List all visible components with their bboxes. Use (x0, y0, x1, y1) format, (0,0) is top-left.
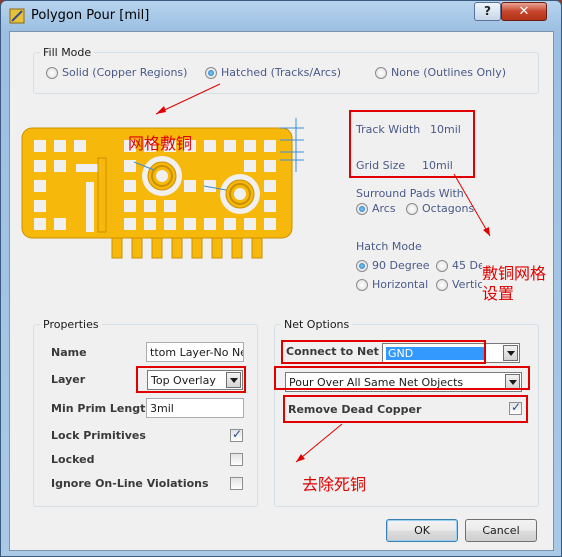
ignore-violations-checkbox[interactable] (230, 477, 243, 490)
hatch-90-radio[interactable]: 90 Degree (356, 259, 430, 272)
annotation-box-connect-net (281, 340, 486, 364)
annotation-arrow (453, 173, 491, 237)
dialog-client: Fill Mode Solid (Copper Regions) Hatched… (9, 31, 554, 551)
annotation-hatch-pour: 网格敷铜 (128, 134, 193, 153)
layer-label: Layer (51, 373, 86, 386)
radio-indicator (356, 202, 368, 215)
lock-primitives-checkbox[interactable] (230, 427, 243, 442)
annotation-box-remove-dead (283, 395, 528, 423)
radio-indicator (46, 66, 58, 79)
surround-arcs-label: Arcs (372, 202, 396, 215)
cancel-button[interactable]: Cancel (465, 519, 537, 542)
dialog-window: Polygon Pour [mil] ? ✕ Fill Mode Solid (… (0, 0, 562, 557)
help-button[interactable]: ? (474, 2, 501, 21)
annotation-remove-dead: 去除死铜 (302, 475, 367, 494)
fill-solid-radio[interactable]: Solid (Copper Regions) (46, 66, 187, 79)
hatch-horizontal-label: Horizontal (372, 278, 429, 291)
annotation-arrow (295, 423, 343, 463)
radio-indicator (406, 202, 418, 215)
name-input[interactable]: ttom Layer-No Net (146, 342, 244, 362)
radio-indicator (375, 66, 387, 79)
radio-indicator (436, 259, 448, 272)
annotation-box-hatch-size (349, 110, 475, 178)
net-options-label: Net Options (281, 318, 353, 331)
lock-primitives-label: Lock Primitives (51, 429, 146, 442)
hatch-90-label: 90 Degree (372, 259, 430, 272)
radio-indicator (205, 66, 217, 79)
title-bar[interactable]: Polygon Pour [mil] ? ✕ (1, 1, 561, 31)
surround-pads-label: Surround Pads With (356, 187, 464, 200)
fill-solid-label: Solid (Copper Regions) (62, 66, 188, 79)
fill-none-radio[interactable]: None (Outlines Only) (375, 66, 506, 79)
annotation-box-layer (136, 366, 246, 393)
locked-checkbox[interactable] (230, 453, 243, 466)
close-button[interactable]: ✕ (501, 2, 547, 21)
min-prim-length-label: Min Prim Length (51, 402, 154, 415)
annotation-arrow (155, 83, 221, 115)
chevron-down-icon[interactable] (503, 345, 518, 361)
annotation-box-pour-over (274, 366, 530, 390)
annotation-hatch-settings-line2: 设置 (482, 280, 515, 304)
radio-indicator (436, 278, 448, 291)
hatch-horizontal-radio[interactable]: Horizontal (356, 278, 428, 291)
radio-indicator (356, 278, 368, 291)
locked-label: Locked (51, 453, 95, 466)
fill-none-label: None (Outlines Only) (391, 66, 506, 79)
ignore-violations-label: Ignore On-Line Violations (51, 477, 209, 490)
name-label: Name (51, 346, 87, 359)
properties-label: Properties (40, 318, 102, 331)
fill-hatched-label: Hatched (Tracks/Arcs) (221, 66, 341, 79)
app-icon (9, 8, 25, 24)
ok-button[interactable]: OK (386, 519, 458, 542)
fill-hatched-radio[interactable]: Hatched (Tracks/Arcs) (205, 66, 341, 79)
fill-mode-label: Fill Mode (40, 46, 95, 59)
window-title: Polygon Pour [mil] (31, 8, 150, 23)
min-prim-length-input[interactable]: 3mil (146, 398, 244, 418)
surround-arcs-radio[interactable]: Arcs (356, 202, 396, 215)
hatch-mode-label: Hatch Mode (356, 240, 422, 253)
radio-indicator (356, 259, 368, 272)
